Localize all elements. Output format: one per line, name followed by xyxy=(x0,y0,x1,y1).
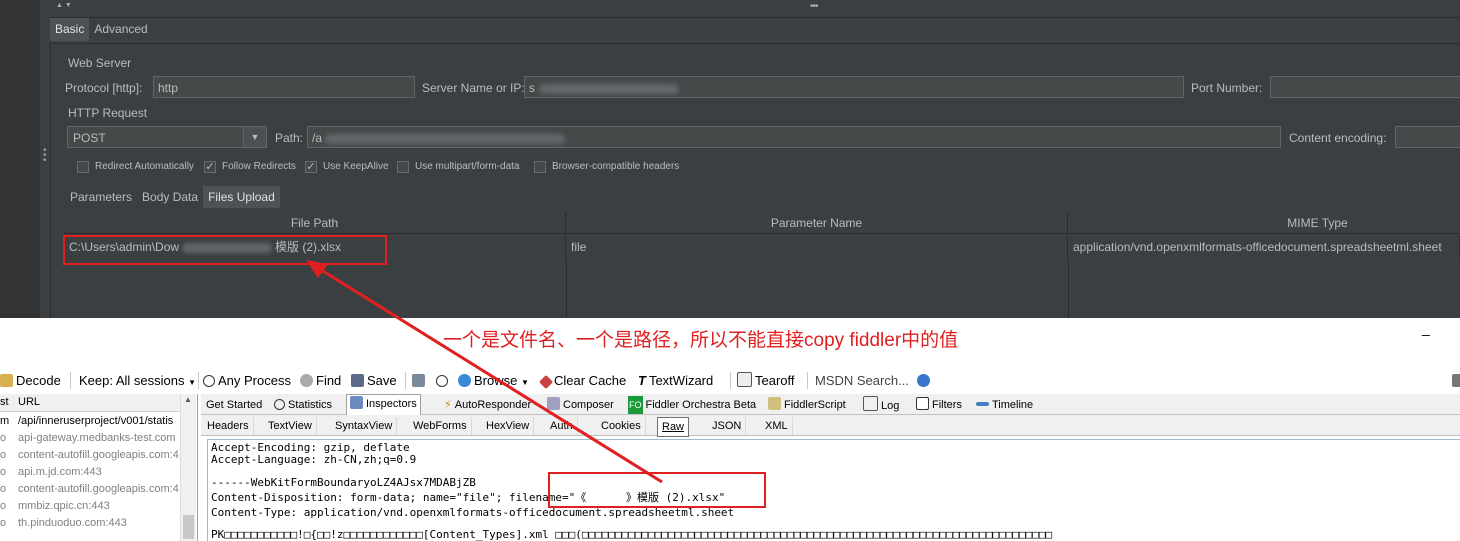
arrow-line xyxy=(317,266,663,484)
arrow-head-icon xyxy=(306,260,328,278)
annotation-arrow xyxy=(306,260,663,484)
